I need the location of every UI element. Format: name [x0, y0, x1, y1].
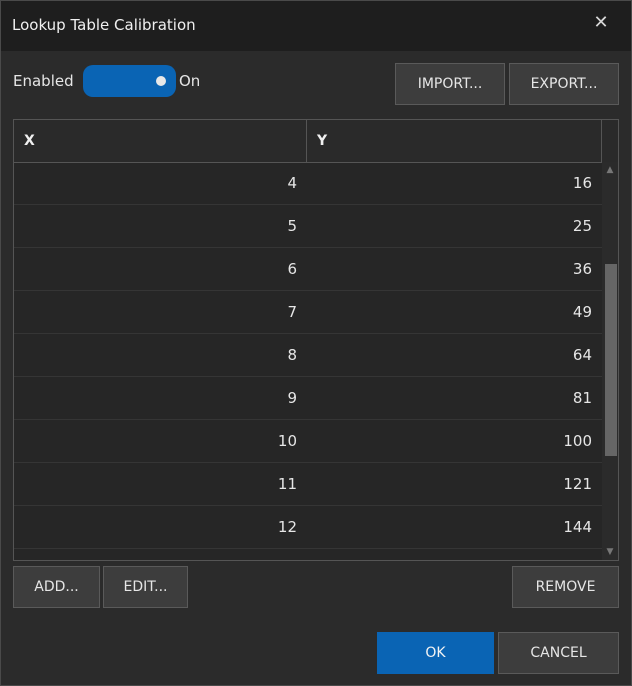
cell-y: 81 [572, 389, 592, 407]
cell-y: 25 [572, 217, 592, 235]
enabled-label: Enabled [13, 72, 74, 90]
ok-button[interactable]: OK [377, 632, 494, 674]
enabled-toggle[interactable] [83, 65, 176, 97]
lookup-table: X Y 4 16 5 25 6 36 7 49 8 64 9 81 10 100 11 121 … [13, 119, 619, 561]
edit-button[interactable]: EDIT... [103, 566, 188, 608]
close-icon[interactable]: ✕ [591, 13, 611, 33]
chevron-up-icon[interactable]: ▲ [604, 164, 616, 176]
chevron-down-icon[interactable]: ▼ [604, 546, 616, 558]
table-row[interactable]: 11 121 [14, 463, 602, 506]
add-button[interactable]: ADD... [13, 566, 100, 608]
cell-x: 8 [287, 346, 297, 364]
export-button[interactable]: EXPORT... [509, 63, 619, 105]
remove-button[interactable]: REMOVE [512, 566, 619, 608]
table-row[interactable]: 4 16 [14, 162, 602, 205]
cell-y: 36 [572, 260, 592, 278]
table-row[interactable]: 12 144 [14, 506, 602, 549]
cell-x: 7 [287, 303, 297, 321]
cell-x: 11 [277, 475, 297, 493]
cell-x: 12 [277, 518, 297, 536]
cell-x: 4 [287, 174, 297, 192]
table-row[interactable]: 5 25 [14, 205, 602, 248]
table-row[interactable]: 8 64 [14, 334, 602, 377]
cell-y: 64 [572, 346, 592, 364]
cell-x: 10 [277, 432, 297, 450]
cell-y: 144 [563, 518, 592, 536]
cell-y: 16 [572, 174, 592, 192]
cancel-button[interactable]: CANCEL [498, 632, 619, 674]
column-header-y[interactable]: Y [307, 120, 602, 162]
cell-x: 5 [287, 217, 297, 235]
table-row[interactable]: 6 36 [14, 248, 602, 291]
cell-y: 121 [563, 475, 592, 493]
title-bar: Lookup Table Calibration ✕ [1, 1, 631, 51]
toggle-state-label: On [179, 72, 201, 90]
column-header-x[interactable]: X [14, 120, 307, 162]
table-header: X Y [14, 120, 618, 163]
toggle-knob [156, 76, 166, 86]
cell-y: 100 [563, 432, 592, 450]
table-row[interactable]: 7 49 [14, 291, 602, 334]
cell-y: 49 [572, 303, 592, 321]
calibration-dialog: Lookup Table Calibration ✕ Enabled On IM… [0, 0, 632, 686]
scrollbar-thumb[interactable] [605, 264, 617, 456]
import-button[interactable]: IMPORT... [395, 63, 505, 105]
table-body: 4 16 5 25 6 36 7 49 8 64 9 81 10 100 11 121 12 14… [14, 162, 602, 560]
cell-x: 6 [287, 260, 297, 278]
vertical-scrollbar[interactable]: ▲ ▼ [602, 162, 618, 560]
table-row[interactable]: 9 81 [14, 377, 602, 420]
table-row[interactable]: 10 100 [14, 420, 602, 463]
window-title: Lookup Table Calibration [12, 16, 196, 34]
cell-x: 9 [287, 389, 297, 407]
